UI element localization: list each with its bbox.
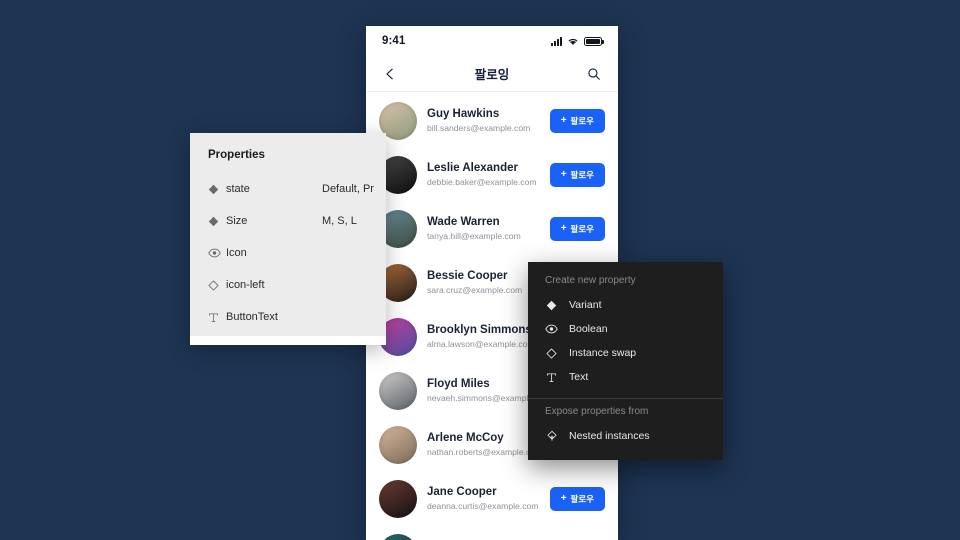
wifi-icon <box>567 37 579 46</box>
list-item[interactable]: Wade Warren tanya.hill@example.com + 팔로우 <box>366 202 618 256</box>
list-item-email: bill.sanders@example.com <box>427 123 531 134</box>
property-label: icon-left <box>226 279 265 291</box>
plus-icon: + <box>560 115 567 126</box>
list-item-name: Leslie Alexander <box>427 162 518 175</box>
list-item-name: Guy Hawkins <box>427 108 500 121</box>
menu-item-label: Nested instances <box>569 430 650 442</box>
status-time: 9:41 <box>382 35 406 47</box>
variant-diamond-icon <box>208 216 226 227</box>
property-value: M, S, L <box>322 215 357 227</box>
avatar <box>379 372 417 410</box>
panel-bottom-strip <box>190 336 386 345</box>
signal-icon <box>551 36 562 46</box>
properties-rows: state Default, Pr Size M, S, L Icon icon-left… <box>190 173 386 333</box>
menu-item-label: Text <box>569 371 589 383</box>
avatar <box>379 426 417 464</box>
properties-panel: Properties state Default, Pr Size M, S, L Ic… <box>190 133 386 345</box>
menu-item-label: Instance swap <box>569 347 637 359</box>
menu-section-label-expose: Expose properties from <box>545 406 649 417</box>
menu-item[interactable]: Instance swap <box>528 341 723 365</box>
property-row[interactable]: state Default, Pr <box>190 173 386 205</box>
menu-item-label: Variant <box>569 299 602 311</box>
properties-panel-title: Properties <box>208 149 265 161</box>
property-row[interactable]: Size M, S, L <box>190 205 386 237</box>
follow-button[interactable]: + 팔로우 <box>549 109 605 133</box>
menu-section-label-create: Create new property <box>545 275 636 286</box>
plus-icon: + <box>560 169 567 180</box>
plus-icon: + <box>560 493 567 504</box>
plus-icon: + <box>560 223 567 234</box>
battery-icon <box>584 36 604 46</box>
property-label: state <box>226 183 250 195</box>
instance-swap-icon <box>208 279 226 291</box>
menu-divider <box>528 398 723 399</box>
chevron-left-icon[interactable] <box>380 64 400 84</box>
eye-icon <box>208 248 226 258</box>
avatar <box>379 480 417 518</box>
menu-item[interactable]: Variant <box>528 293 723 317</box>
status-icon-group <box>551 36 604 46</box>
menu-group-create: Variant Boolean Instance swap Text <box>528 293 723 389</box>
follow-button[interactable]: + 팔로우 <box>549 217 605 241</box>
screen-root: 9:41 팔로잉 Guy Hawkins bill.sanders@example… <box>0 0 960 540</box>
text-type-icon <box>545 372 558 383</box>
page-title: 팔로잉 <box>474 68 510 82</box>
list-item[interactable]: Jane Cooper deanna.curtis@example.com + 팔로우 <box>366 472 618 526</box>
list-item-text: Wade Warren tanya.hill@example.com <box>427 215 540 243</box>
list-item-name: Jane Cooper <box>427 486 497 499</box>
list-item-text: Jane Cooper deanna.curtis@example.com <box>427 485 540 513</box>
follow-button-label: 팔로우 <box>570 170 594 180</box>
list-item[interactable]: Leslie Alexander debbie.baker@example.com… <box>366 148 618 202</box>
variant-diamond-icon <box>208 184 226 195</box>
menu-group-expose: Nested instances <box>528 424 723 448</box>
list-item-text: Leslie Alexander debbie.baker@example.com <box>427 161 540 189</box>
follow-button[interactable]: + 팔로우 <box>549 163 605 187</box>
follow-button[interactable]: + 팔로우 <box>549 487 605 511</box>
property-value: Default, Pr <box>322 183 374 195</box>
follow-button-label: 팔로우 <box>570 224 594 234</box>
variant-diamond-icon <box>545 300 558 311</box>
property-label: Icon <box>226 247 247 259</box>
status-bar: 9:41 <box>366 26 618 56</box>
list-item-text: Guy Hawkins bill.sanders@example.com <box>427 107 540 135</box>
text-type-icon <box>208 312 226 323</box>
menu-item[interactable]: Nested instances <box>528 424 723 448</box>
list-item-email: tanya.hill@example.com <box>427 231 521 242</box>
instance-swap-icon <box>545 347 558 359</box>
follow-button-label: 팔로우 <box>570 494 594 504</box>
list-item-email: debbie.baker@example.com <box>427 177 537 188</box>
property-row[interactable]: icon-left <box>190 269 386 301</box>
eye-icon <box>545 324 558 334</box>
list-item[interactable]: Guy Hawkins bill.sanders@example.com + 팔로우 <box>366 94 618 148</box>
follow-button-label: 팔로우 <box>570 116 594 126</box>
list-item-name: Wade Warren <box>427 216 500 229</box>
list-item-email: deanna.curtis@example.com <box>427 501 539 512</box>
phone-navbar: 팔로잉 <box>366 56 618 92</box>
property-row[interactable]: Icon <box>190 237 386 269</box>
menu-item[interactable]: Text <box>528 365 723 389</box>
menu-item[interactable]: Boolean <box>528 317 723 341</box>
property-row[interactable]: ButtonText <box>190 301 386 333</box>
avatar <box>379 534 417 540</box>
menu-item-label: Boolean <box>569 323 608 335</box>
list-item[interactable]: Cameron Williamsontim.jennings@example.c… <box>366 526 618 540</box>
create-property-context-menu: Create new property Variant Boolean Instan… <box>528 262 723 460</box>
nested-instances-icon <box>545 430 558 442</box>
search-icon[interactable] <box>584 64 604 84</box>
property-label: Size <box>226 215 248 227</box>
property-label: ButtonText <box>226 311 278 323</box>
